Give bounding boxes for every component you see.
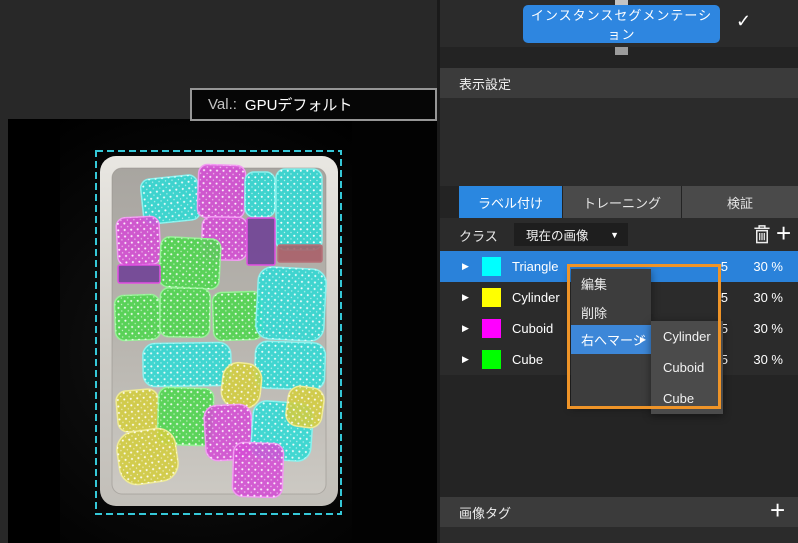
check-icon[interactable]: ✓ [736,11,751,32]
splitter-handle-bottom[interactable] [615,47,628,55]
class-color-swatch[interactable] [482,350,501,369]
segmentation-image [0,0,437,543]
delete-class-trash-icon[interactable] [753,224,771,244]
submenu-item-cuboid[interactable]: Cuboid [651,352,723,383]
validation-model-label: Val.: GPUデフォルト [190,88,437,121]
class-name: Triangle [512,259,558,274]
expand-arrow-icon[interactable]: ▶ [462,354,469,365]
class-count: 5 [706,259,728,274]
menu-item-merge-right-label: 右へマージ [581,330,646,349]
image-scope-value: 現在の画像 [526,225,589,244]
instance-masks [114,164,327,498]
class-percent: 30 % [747,321,783,336]
class-color-swatch[interactable] [482,257,501,276]
visibility-settings: ラベル 100 % 検証 100 % [440,98,798,186]
submenu-item-cube[interactable]: Cube [651,383,723,414]
val-value: GPUデフォルト [245,94,353,115]
menu-item-merge-right[interactable]: 右へマージ ▶ [571,325,651,354]
merge-target-submenu: Cylinder Cuboid Cube [651,321,723,414]
toolbar-gap [440,47,798,68]
image-viewer-canvas[interactable]: Val.: GPUデフォルト [0,0,437,543]
submenu-arrow-icon: ▶ [640,335,646,344]
tab-training[interactable]: トレーニング [563,186,681,218]
app-window: Val.: GPUデフォルト インスタンスセグメンテーション ✓ 表示設定 ラベ… [0,0,798,543]
class-percent: 30 % [747,352,783,367]
menu-item-delete[interactable]: 削除 [571,298,651,327]
val-prefix: Val.: [208,96,237,113]
class-toolbar: クラス 現在の画像 ▼ + [440,218,798,251]
add-class-button[interactable]: + [776,222,791,244]
class-name: Cube [512,352,543,367]
photo-left-shadow [8,119,60,543]
class-percent: 30 % [747,290,783,305]
mode-tabs: ラベル付け トレーニング 検証 [440,186,798,218]
class-percent: 30 % [747,259,783,274]
image-scope-dropdown[interactable]: 現在の画像 ▼ [514,223,628,246]
expand-arrow-icon[interactable]: ▶ [462,323,469,334]
image-tags-header: 画像タグ + [440,497,798,527]
class-color-swatch[interactable] [482,319,501,338]
tab-validation[interactable]: 検証 [682,186,798,218]
chevron-down-icon: ▼ [610,230,619,240]
instance-segmentation-button[interactable]: インスタンスセグメンテーション [523,5,720,43]
display-settings-title: 表示設定 [459,74,511,93]
image-tags-title: 画像タグ [459,503,511,522]
tab-labeling[interactable]: ラベル付け [459,186,562,218]
submenu-item-cylinder[interactable]: Cylinder [651,321,723,352]
class-section-title: クラス [459,226,498,245]
class-count: 5 [706,290,728,305]
class-name: Cylinder [512,290,560,305]
class-context-menu: 編集 削除 右へマージ ▶ [571,269,651,406]
display-settings-header: 表示設定 [440,68,798,98]
class-color-swatch[interactable] [482,288,501,307]
menu-item-edit[interactable]: 編集 [571,269,651,298]
photo-right-shadow [352,119,437,543]
expand-arrow-icon[interactable]: ▶ [462,292,469,303]
class-name: Cuboid [512,321,553,336]
expand-arrow-icon[interactable]: ▶ [462,261,469,272]
add-image-tag-button[interactable]: + [770,499,785,521]
panel-bottom-strip [440,527,798,543]
algorithm-toolbar: インスタンスセグメンテーション ✓ [440,0,798,47]
